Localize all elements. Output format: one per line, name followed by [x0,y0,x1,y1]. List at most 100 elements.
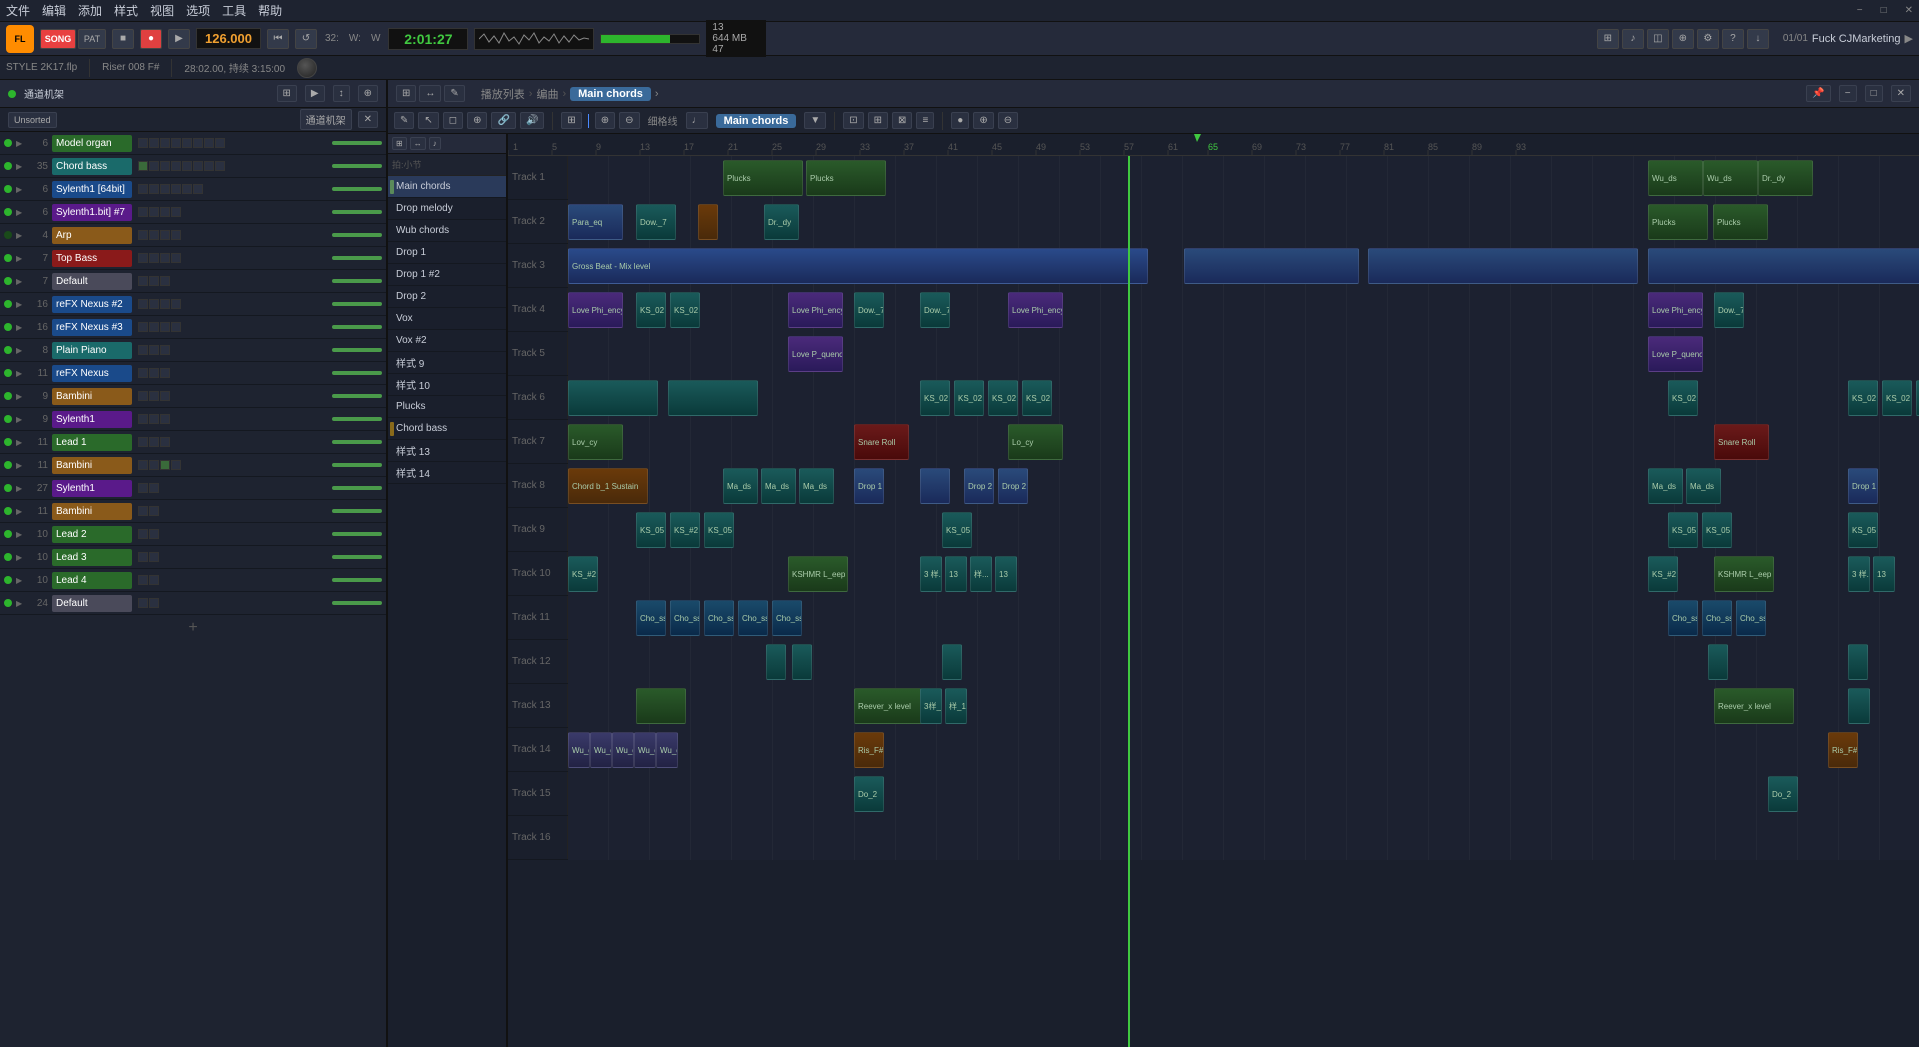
pl-draw[interactable]: ✎ [394,112,414,129]
pattern-item-13[interactable]: 样式 14 [388,462,506,484]
menu-help[interactable]: 帮助 [258,2,282,19]
mixer-track-6[interactable]: ▶ 7 Default [0,270,386,293]
pl-block-9c[interactable]: KS_05 [704,512,734,548]
pl-block-3a[interactable]: Gross Beat - Mix level [568,248,1148,284]
track-expand-12[interactable]: ▶ [16,415,24,424]
pattern-item-2[interactable]: Wub chords [388,220,506,242]
pl-zoom-in[interactable]: ⊕ [595,112,615,129]
menu-tools[interactable]: 工具 [222,2,246,19]
track-fader-12[interactable] [332,417,382,421]
track-expand-9[interactable]: ▶ [16,346,24,355]
pl-rec-1[interactable]: ● [951,112,969,129]
pl-block-14a[interactable]: Wu_ds [568,732,590,768]
menu-view[interactable]: 视图 [150,2,174,19]
track-expand-19[interactable]: ▶ [16,576,24,585]
pl-block-14e[interactable]: Wu_ds [656,732,678,768]
pl-block-2e[interactable]: Plucks [1648,204,1708,240]
track-fader-5[interactable] [332,256,382,260]
pl-block-9d[interactable]: KS_05 [942,512,972,548]
window-minimize[interactable]: − [1857,5,1863,16]
track-body-5[interactable]: Love P_quency Love P_quency [568,332,1919,376]
pl-block-6h[interactable]: KS_02 [1848,380,1878,416]
track-expand-16[interactable]: ▶ [16,507,24,516]
mixer-track-18[interactable]: ▶ 10 Lead 3 [0,546,386,569]
pl-block-13a[interactable] [636,688,686,724]
track-fader-19[interactable] [332,578,382,582]
track-body-14[interactable]: Wu_ds Wu_ds Wu_ds Wu_ds Wu_ds Ris_F# Ris… [568,728,1919,772]
pl-block-6i[interactable]: KS_02 [1882,380,1912,416]
pl-paint[interactable]: ⊕ [467,112,487,129]
track-body-13[interactable]: Reever_x level 3样_14 样_14 Reever_x level [568,684,1919,728]
pl-rec-3[interactable]: ⊖ [998,112,1018,129]
pl-block-9b[interactable]: KS_#2 [670,512,700,548]
pl-block-12a[interactable] [766,644,786,680]
pattern-item-8[interactable]: 样式 9 [388,352,506,374]
pl-block-8h[interactable]: Drop 2 [998,468,1028,504]
pattern-item-12[interactable]: 样式 13 [388,440,506,462]
menu-edit[interactable]: 编辑 [42,2,66,19]
pl-block-11e[interactable]: Cho_ss [772,600,802,636]
mixer-track-12[interactable]: ▶ 9 Sylenth1 [0,408,386,431]
pl-block-6d[interactable]: KS_02 [954,380,984,416]
pl-block-4i[interactable]: Dow._7 [1714,292,1744,328]
help-icon[interactable]: ? [1722,29,1744,49]
track-body-9[interactable]: KS_05 KS_#2 KS_05 KS_05 KS_05 KS_05 KS_0… [568,508,1919,552]
track-expand-14[interactable]: ▶ [16,461,24,470]
track-name-7[interactable]: reFX Nexus #2 [52,296,132,313]
settings-icon[interactable]: ⚙ [1697,29,1719,49]
pl-col-4[interactable]: ≡ [916,112,934,129]
pl-block-1a[interactable]: Plucks [723,160,803,196]
pl-block-9e[interactable]: KS_05 [1668,512,1698,548]
pl-block-14d[interactable]: Wu_ds [634,732,656,768]
pl-block-10j[interactable]: 13 [1873,556,1895,592]
mixer-track-4[interactable]: ▶ 4 Arp [0,224,386,247]
track-fader-20[interactable] [332,601,382,605]
pat-mode-btn[interactable]: PAT [78,29,106,49]
pl-block-12c[interactable] [942,644,962,680]
track-fader-16[interactable] [332,509,382,513]
pl-block-10b[interactable]: KSHMR L_eep 05 [788,556,848,592]
track-name-10[interactable]: reFX Nexus [52,365,132,382]
pl-block-1e[interactable]: Dr._dy [1758,160,1813,196]
track-fader-17[interactable] [332,532,382,536]
pl-block-4h[interactable]: Love Phi_ency [1648,292,1703,328]
pl-block-11a[interactable]: Cho_ss [636,600,666,636]
pl-block-13e[interactable]: Reever_x level [1714,688,1794,724]
pl-link[interactable]: 🔗 [491,112,515,129]
track-name-11[interactable]: Bambini [52,388,132,405]
track-expand-3[interactable]: ▶ [16,208,24,217]
playlist-title[interactable]: Main chords [570,87,651,101]
pl-block-9g[interactable]: KS_05 [1848,512,1878,548]
bc-arrow[interactable]: › [655,88,659,100]
menu-file[interactable]: 文件 [6,2,30,19]
pl-block-3c[interactable] [1368,248,1638,284]
mixer-track-16[interactable]: ▶ 11 Bambini [0,500,386,523]
pl-block-4g[interactable]: Love Phi_ency [1008,292,1063,328]
track-body-1[interactable]: Plucks Plucks Wu_ds Wu_ds Dr._dy [568,156,1919,200]
pl-block-7b[interactable]: Snare Roll [854,424,909,460]
track-expand-4[interactable]: ▶ [16,231,24,240]
plugin-icon[interactable]: ⊕ [1672,29,1694,49]
pattern-item-7[interactable]: Vox #2 [388,330,506,352]
pl-block-4f[interactable]: Dow._7 [920,292,950,328]
pattern-item-0[interactable]: Main chords [388,176,506,198]
track-body-3[interactable]: Gross Beat - Mix level [568,244,1919,288]
track-body-6[interactable]: KS_02 KS_02 KS_02 KS_02 KS_02 KS_02 KS_0… [568,376,1919,420]
pl-block-10g[interactable]: KS_#2 [1648,556,1678,592]
track-expand-8[interactable]: ▶ [16,323,24,332]
track-fader-3[interactable] [332,210,382,214]
track-name-2[interactable]: Sylenth1 [64bit] [52,181,132,198]
pl-audio-btn[interactable]: ♪ [429,137,441,150]
pl-block-8b[interactable]: Ma_ds [723,468,758,504]
pl-block-13c[interactable]: 3样_14 [920,688,942,724]
track-name-5[interactable]: Top Bass [52,250,132,267]
track-expand-6[interactable]: ▶ [16,277,24,286]
pl-listen[interactable]: 🔊 [520,112,544,129]
pl-grid-btn[interactable]: ↔ [410,137,426,150]
mixer-close[interactable]: ✕ [358,111,378,128]
pl-marker-btn[interactable]: ⊞ [392,137,407,150]
pl-select[interactable]: ↖ [418,112,438,129]
track-fader-9[interactable] [332,348,382,352]
track-expand-13[interactable]: ▶ [16,438,24,447]
pl-col-2[interactable]: ⊞ [868,112,888,129]
